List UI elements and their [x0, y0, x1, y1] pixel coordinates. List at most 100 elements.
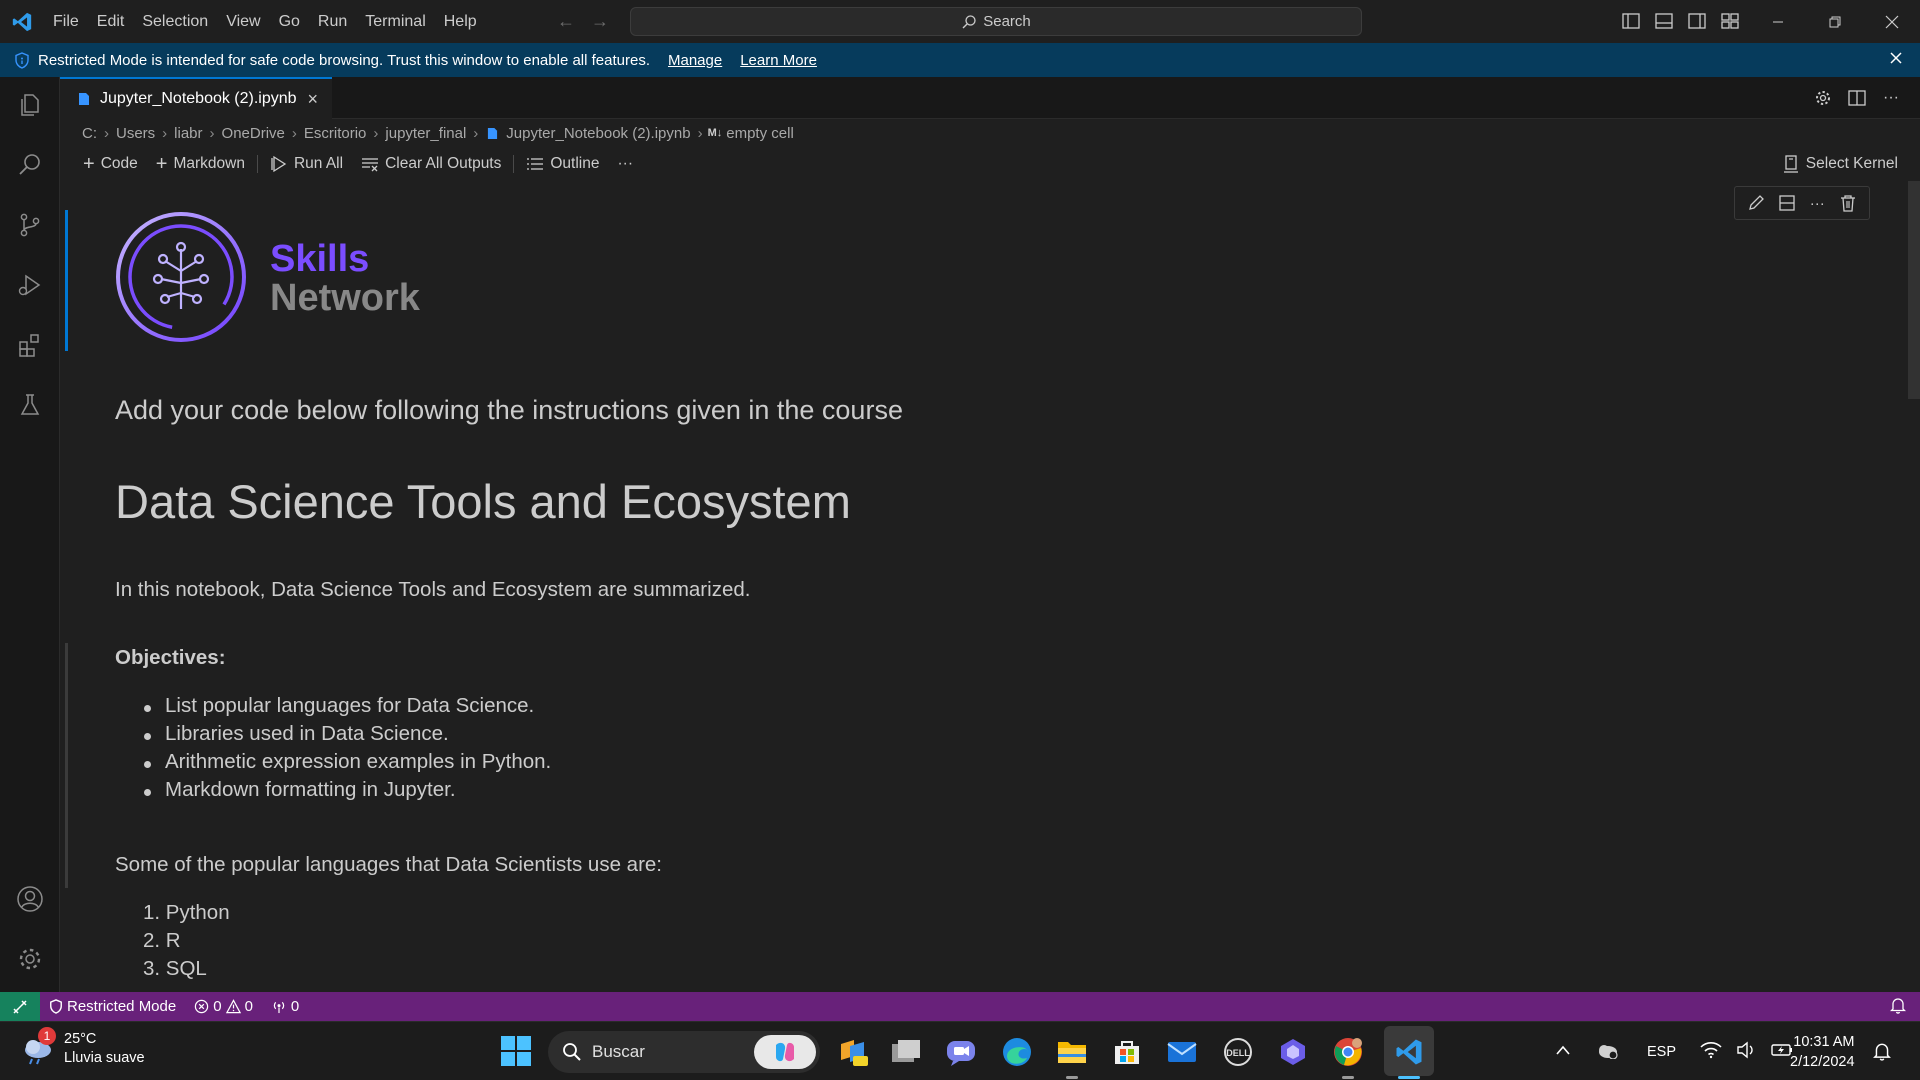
forward-arrow-icon[interactable]: → [590, 10, 610, 32]
chevron-right-icon: › [291, 124, 297, 142]
testing-icon[interactable] [0, 377, 60, 433]
input-language[interactable]: ESP [1647, 1044, 1676, 1060]
ports-status[interactable]: 0 [262, 998, 308, 1015]
dell-icon[interactable]: DELL [1219, 1033, 1257, 1071]
clear-all-outputs-button[interactable]: Clear All Outputs [352, 155, 510, 173]
menu-view[interactable]: View [217, 0, 269, 43]
learn-more-link[interactable]: Learn More [740, 52, 817, 69]
accounts-icon[interactable] [0, 871, 60, 927]
weather-alert-badge: 1 [38, 1027, 56, 1045]
edge-browser-icon[interactable] [998, 1033, 1036, 1071]
add-markdown-cell-button[interactable]: + Markdown [147, 154, 254, 174]
split-cell-icon[interactable] [1775, 191, 1799, 215]
source-control-icon[interactable] [0, 197, 60, 253]
taskbar-search[interactable]: Buscar [548, 1031, 820, 1073]
menu-help[interactable]: Help [435, 0, 486, 43]
copilot-app-icon[interactable] [1274, 1033, 1312, 1071]
breadcrumb-user[interactable]: liabr [172, 125, 204, 142]
menu-go[interactable]: Go [270, 0, 309, 43]
menu-terminal[interactable]: Terminal [356, 0, 434, 43]
logo-word-network: Network [270, 277, 421, 319]
skills-network-logo: Skills Network [115, 209, 435, 345]
onedrive-cloud-icon[interactable] [1595, 1041, 1619, 1063]
edit-cell-pencil-icon[interactable] [1744, 191, 1768, 215]
toggle-secondary-sidebar-icon[interactable] [1686, 10, 1708, 32]
outline-button[interactable]: Outline [517, 155, 608, 173]
task-view-icon[interactable] [887, 1033, 925, 1071]
cell-more-icon[interactable]: ··· [1805, 191, 1829, 215]
customize-layout-icon[interactable] [1719, 10, 1741, 32]
notifications-bell-icon[interactable] [1889, 996, 1907, 1018]
breadcrumb: C: › Users › liabr › OneDrive › Escritorio › … [80, 121, 796, 145]
extensions-icon[interactable] [0, 317, 60, 373]
notification-center-icon[interactable] [1873, 1041, 1891, 1066]
copilot-pre-app-icon[interactable] [834, 1033, 872, 1071]
manage-gear-icon[interactable] [0, 931, 60, 987]
add-code-cell-button[interactable]: + Code [74, 154, 147, 174]
active-indicator [1398, 1076, 1420, 1079]
breadcrumb-escritorio[interactable]: Escritorio [302, 125, 369, 142]
back-arrow-icon[interactable]: ← [556, 10, 576, 32]
run-all-icon [271, 155, 287, 173]
delete-cell-trash-icon[interactable] [1836, 191, 1860, 215]
menu-edit[interactable]: Edit [88, 0, 134, 43]
explorer-icon[interactable] [0, 77, 60, 133]
file-explorer-icon[interactable] [1053, 1033, 1091, 1071]
restricted-mode-status[interactable]: Restricted Mode [40, 998, 185, 1015]
more-actions-icon[interactable]: ··· [1880, 87, 1902, 109]
notebook-settings-icon[interactable] [1812, 87, 1834, 109]
tab-jupyter-notebook[interactable]: Jupyter_Notebook (2).ipynb × [60, 77, 332, 119]
windows-start-icon[interactable] [500, 1035, 532, 1072]
restore-icon[interactable] [1806, 0, 1863, 43]
toggle-panel-icon[interactable] [1653, 10, 1675, 32]
running-indicator [1342, 1076, 1354, 1079]
weather-condition: Lluvia suave [64, 1050, 145, 1066]
teams-chat-icon[interactable] [942, 1033, 980, 1071]
split-editor-icon[interactable] [1846, 87, 1868, 109]
breadcrumb-users[interactable]: Users [114, 125, 157, 142]
weather-widget[interactable]: 1 25°C Lluvia suave [20, 1027, 145, 1068]
svg-text:DELL: DELL [1226, 1048, 1250, 1058]
breadcrumb-cell[interactable]: empty cell [724, 125, 796, 142]
chrome-icon[interactable] [1329, 1033, 1367, 1071]
menu-selection[interactable]: Selection [133, 0, 217, 43]
clock-time: 10:31 AM [1793, 1034, 1855, 1050]
close-banner-icon[interactable] [1888, 50, 1904, 70]
breadcrumb-drive[interactable]: C: [80, 125, 99, 142]
run-all-button[interactable]: Run All [261, 155, 352, 173]
editor-area: Jupyter_Notebook (2).ipynb × ··· C: › Use… [60, 77, 1920, 992]
close-window-icon[interactable] [1863, 0, 1920, 43]
command-center-search[interactable]: Search [630, 7, 1362, 36]
chevron-up-icon[interactable] [1555, 1044, 1571, 1060]
volume-icon[interactable] [1736, 1041, 1756, 1063]
minimize-icon[interactable] [1749, 0, 1806, 43]
wifi-icon[interactable] [1700, 1041, 1722, 1063]
list-item: List popular languages for Data Science. [115, 694, 551, 722]
banner-message: Restricted Mode is intended for safe cod… [38, 51, 650, 69]
menu-run[interactable]: Run [309, 0, 356, 43]
error-icon [195, 999, 209, 1014]
copilot-icon[interactable] [754, 1035, 816, 1069]
run-and-debug-icon[interactable] [0, 257, 60, 313]
toggle-primary-sidebar-icon[interactable] [1620, 10, 1642, 32]
breadcrumb-file[interactable]: Jupyter_Notebook (2).ipynb [504, 125, 692, 142]
plus-icon: + [83, 153, 95, 175]
editor-scrollbar[interactable] [1908, 181, 1920, 399]
microsoft-store-icon[interactable] [1108, 1033, 1146, 1071]
manage-link[interactable]: Manage [668, 52, 722, 69]
problems-status[interactable]: 0 0 [185, 998, 262, 1015]
select-kernel-button[interactable]: Select Kernel [1783, 150, 1898, 178]
remote-indicator-icon[interactable] [0, 992, 40, 1021]
toolbar-more-button[interactable]: ··· [609, 155, 643, 173]
warning-icon [225, 999, 241, 1014]
shield-icon [14, 51, 30, 69]
search-sidebar-icon[interactable] [0, 137, 60, 193]
tab-close-icon[interactable]: × [307, 89, 318, 110]
system-clock[interactable]: 10:31 AM 2/12/2024 [1790, 1032, 1855, 1072]
breadcrumb-onedrive[interactable]: OneDrive [220, 125, 287, 142]
vscode-taskbar-icon[interactable] [1390, 1033, 1428, 1071]
breadcrumb-folder[interactable]: jupyter_final [383, 125, 468, 142]
mail-icon[interactable] [1163, 1033, 1201, 1071]
logo-word-skills: Skills [270, 238, 369, 280]
menu-file[interactable]: File [44, 0, 88, 43]
